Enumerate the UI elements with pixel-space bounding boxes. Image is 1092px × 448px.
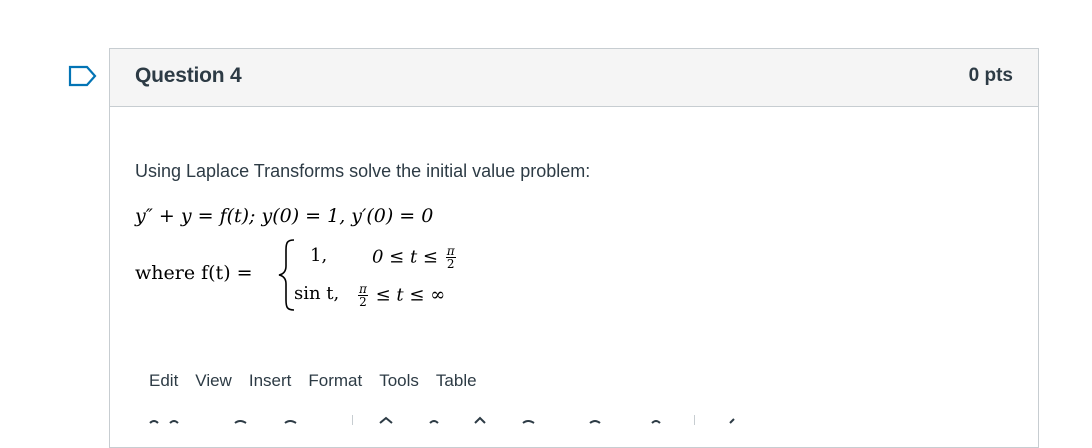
case-value-1: 1,	[310, 245, 328, 266]
question-points: 0 pts	[968, 65, 1013, 86]
frac-den: 2	[446, 257, 455, 271]
menu-insert[interactable]: Insert	[249, 371, 292, 391]
case-row-2: sin t,	[294, 283, 339, 304]
menu-format[interactable]: Format	[308, 371, 362, 391]
question-header: Question 4 0 pts	[110, 49, 1038, 107]
question-title: Question 4	[135, 64, 242, 87]
case-cond-1-frac: π 2	[445, 245, 456, 271]
flag-question-icon[interactable]	[68, 65, 98, 87]
case-value-2: sin t,	[294, 283, 340, 304]
frac-den: 2	[359, 295, 367, 309]
menu-tools[interactable]: Tools	[379, 371, 419, 391]
menu-edit[interactable]: Edit	[149, 371, 178, 391]
equation-ivp: y″ + y = f(t); y(0) = 1, y′(0) = 0	[135, 205, 434, 227]
menu-table[interactable]: Table	[436, 371, 477, 391]
case-cond-2-right: ≤ t ≤ ∞	[375, 284, 446, 306]
editor-menubar: Edit View Insert Format Tools Table	[149, 371, 494, 391]
menu-view[interactable]: View	[195, 371, 232, 391]
case-cond-2-frac: π 2	[358, 283, 368, 308]
question-card: Question 4 0 pts Using Laplace Transform…	[109, 48, 1039, 448]
where-label: where f(t) =	[135, 262, 253, 284]
case-cond-1-left: 0 ≤ t ≤	[372, 246, 439, 268]
case-cond-2: π 2 ≤ t ≤ ∞	[356, 283, 445, 308]
case-cond-1: 0 ≤ t ≤ π 2	[372, 245, 458, 270]
question-prompt: Using Laplace Transforms solve the initi…	[135, 161, 591, 181]
case-row-1: 1,	[310, 245, 327, 266]
editor-toolbar-cutoff	[149, 415, 735, 425]
